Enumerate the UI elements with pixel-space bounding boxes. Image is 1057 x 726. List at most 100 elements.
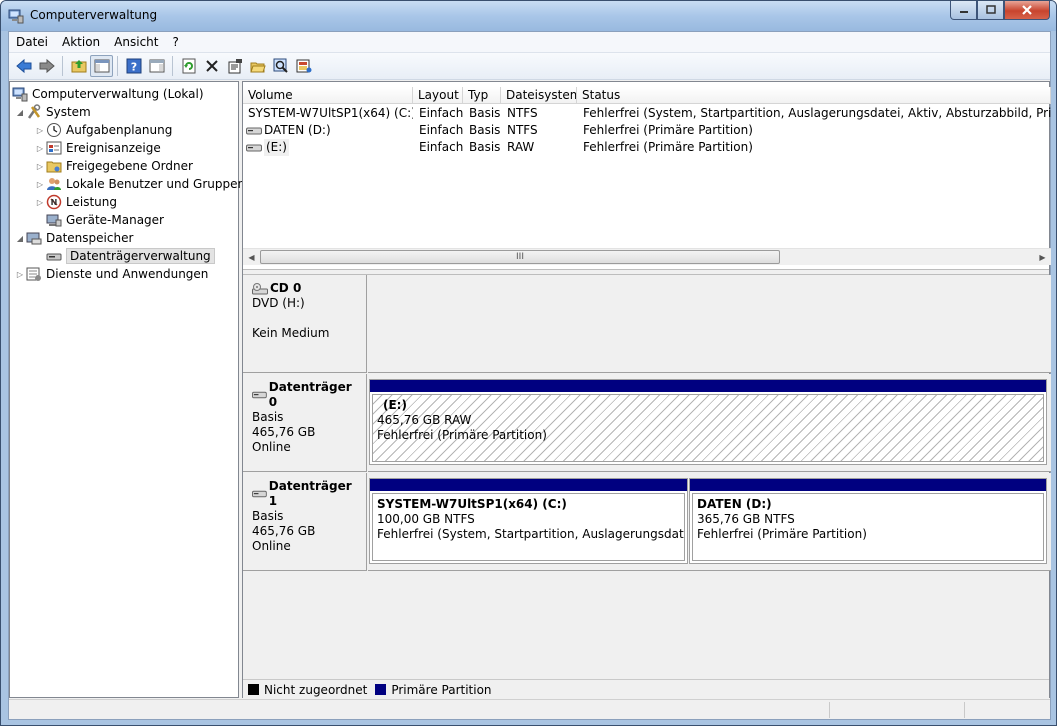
forward-button[interactable] — [35, 55, 58, 77]
collapsed-arrow-icon[interactable]: ▷ — [34, 144, 46, 153]
column-header-layout[interactable]: Layout — [413, 87, 463, 104]
close-button[interactable] — [1004, 1, 1050, 20]
properties-button[interactable] — [223, 55, 246, 77]
tools-icon — [27, 104, 41, 119]
search-disk-button[interactable] — [269, 55, 292, 77]
status-cell: Fehlerfrei (System, Startpartition, Ausl… — [583, 106, 1051, 120]
collapsed-arrow-icon[interactable]: ▷ — [34, 198, 46, 207]
disk-name: Datenträger 1 — [268, 479, 352, 508]
show-hide-tree-button[interactable] — [90, 55, 113, 77]
partition-c[interactable]: SYSTEM-W7UltSP1(x64) (C:) 100,00 GB NTFS… — [369, 478, 688, 564]
status-cell: Fehlerfrei (Primäre Partition) — [583, 123, 753, 137]
disk-area-datentraeger0: (E:) 465,76 GB RAW Fehlerfrei (Primäre P… — [368, 374, 1051, 472]
table-row[interactable]: (E:) Einfach Basis RAW Fehlerfrei (Primä… — [243, 139, 1051, 156]
collapsed-arrow-icon[interactable]: ▷ — [34, 162, 46, 171]
tree-item-root[interactable]: Computerverwaltung (Lokal) — [12, 85, 204, 103]
horizontal-scrollbar[interactable]: ◀ III ▶ — [243, 248, 1051, 265]
refresh-button[interactable] — [177, 55, 200, 77]
storage-icon — [26, 232, 42, 245]
scroll-right-icon[interactable]: ▶ — [1034, 249, 1051, 266]
console-button[interactable] — [145, 55, 168, 77]
tree-item-ereignisanzeige[interactable]: ▷ Ereignisanzeige — [34, 139, 161, 157]
table-row[interactable]: DATEN (D:) Einfach Basis NTFS Fehlerfrei… — [243, 122, 1051, 139]
column-header-volume[interactable]: Volume — [243, 87, 413, 104]
expanded-arrow-icon[interactable]: ◢ — [14, 234, 26, 243]
menu-help[interactable]: ? — [165, 32, 185, 53]
disk-label-datentraeger1[interactable]: Datenträger 1 Basis 465,76 GB Online — [243, 473, 367, 571]
status-bar — [9, 699, 1050, 719]
disk-management-icon — [46, 253, 62, 261]
open-button[interactable] — [246, 55, 269, 77]
column-header-dateisystem[interactable]: Dateisystem — [501, 87, 577, 104]
hard-disk-icon — [252, 490, 267, 498]
clock-icon — [47, 123, 61, 137]
disk-label-datentraeger0[interactable]: Datenträger 0 Basis 465,76 GB Online — [243, 374, 367, 472]
partition-name: (E:) — [383, 398, 407, 412]
disk-line2: 465,76 GB — [252, 524, 316, 538]
disk-label-cd0[interactable]: CD 0 DVD (H:) Kein Medium — [243, 275, 367, 373]
toolbar: ? — [9, 53, 1050, 80]
disk-name: Datenträger 0 — [268, 380, 352, 409]
partition-body: DATEN (D:) 365,76 GB NTFS Fehlerfrei (Pr… — [692, 493, 1044, 561]
menu-ansicht[interactable]: Ansicht — [107, 32, 165, 53]
delete-button[interactable] — [200, 55, 223, 77]
minimize-button[interactable] — [950, 1, 977, 20]
help-button[interactable]: ? — [122, 55, 145, 77]
menu-aktion[interactable]: Aktion — [55, 32, 107, 53]
tree-item-lokale-benutzer[interactable]: ▷ Lokale Benutzer und Gruppen — [34, 175, 245, 193]
cd-drive-icon — [252, 282, 268, 294]
title-bar[interactable]: Computerverwaltung — [1, 1, 1056, 31]
svg-text:?: ? — [130, 61, 136, 74]
search-disk-icon — [273, 58, 288, 73]
export-button[interactable] — [292, 55, 315, 77]
status-cell: Fehlerfrei (Primäre Partition) — [583, 140, 753, 154]
partition-d[interactable]: DATEN (D:) 365,76 GB NTFS Fehlerfrei (Pr… — [689, 478, 1047, 564]
volume-name: SYSTEM-W7UltSP1(x64) (C:) — [248, 106, 413, 120]
tree-item-datenspeicher[interactable]: ◢ Datenspeicher — [14, 229, 133, 247]
tree-item-leistung[interactable]: ▷ N Leistung — [34, 193, 117, 211]
tree-item-datentraegerverwaltung[interactable]: Datenträgerverwaltung — [34, 247, 215, 265]
scroll-left-icon[interactable]: ◀ — [243, 249, 260, 266]
scrollbar-thumb[interactable]: III — [260, 250, 780, 264]
tree-label-system: System — [46, 105, 91, 119]
tree-item-geraete-manager[interactable]: Geräte-Manager — [34, 211, 164, 229]
disk-line2: Kein Medium — [252, 326, 330, 340]
legend-swatch-primary — [375, 684, 387, 695]
delete-icon — [205, 60, 218, 72]
disk-name-row: CD 0 — [252, 281, 357, 296]
computer-management-icon — [8, 9, 24, 24]
collapsed-arrow-icon[interactable]: ▷ — [34, 180, 46, 189]
tree-item-freigegebene-ordner[interactable]: ▷ Freigegebene Ordner — [34, 157, 193, 175]
collapsed-arrow-icon[interactable]: ▷ — [34, 126, 46, 135]
tree-item-aufgabenplanung[interactable]: ▷ Aufgabenplanung — [34, 121, 172, 139]
disk-area-cd0 — [368, 275, 1051, 373]
tree-label-aufgabenplanung: Aufgabenplanung — [66, 123, 173, 137]
menu-datei[interactable]: Datei — [9, 32, 55, 53]
column-header-status[interactable]: Status — [577, 87, 1051, 104]
tree-item-system[interactable]: ◢ System — [14, 103, 91, 121]
disk-line1: DVD (H:) — [252, 296, 305, 310]
back-button[interactable] — [12, 55, 35, 77]
app-window: Computerverwaltung Datei Aktion Ansicht … — [0, 0, 1057, 726]
menu-bar: Datei Aktion Ansicht ? — [9, 32, 1050, 53]
up-button[interactable] — [67, 55, 90, 77]
forward-icon — [39, 58, 55, 74]
tree-label-geraete-manager: Geräte-Manager — [66, 213, 164, 227]
expanded-arrow-icon[interactable]: ◢ — [14, 108, 26, 117]
tree-item-dienste[interactable]: ▷ Dienste und Anwendungen — [14, 265, 208, 283]
table-row[interactable]: SYSTEM-W7UltSP1(x64) (C:) Einfach Basis … — [243, 105, 1051, 122]
client-area: Datei Aktion Ansicht ? ? Computerverwalt… — [8, 31, 1051, 720]
maximize-button[interactable] — [977, 1, 1004, 20]
volume-name: (E:) — [264, 139, 289, 156]
users-icon — [47, 178, 61, 190]
partition-e[interactable]: (E:) 465,76 GB RAW Fehlerfrei (Primäre P… — [369, 379, 1047, 465]
svg-text:N: N — [51, 198, 58, 207]
layout-cell: Einfach — [419, 140, 464, 154]
volume-drive-icon — [246, 144, 262, 151]
disk-line2: 465,76 GB — [252, 425, 316, 439]
toolbar-separator — [62, 56, 63, 76]
export-icon — [296, 59, 311, 73]
collapsed-arrow-icon[interactable]: ▷ — [14, 270, 26, 279]
column-header-typ[interactable]: Typ — [463, 87, 501, 104]
event-viewer-icon — [46, 141, 62, 155]
